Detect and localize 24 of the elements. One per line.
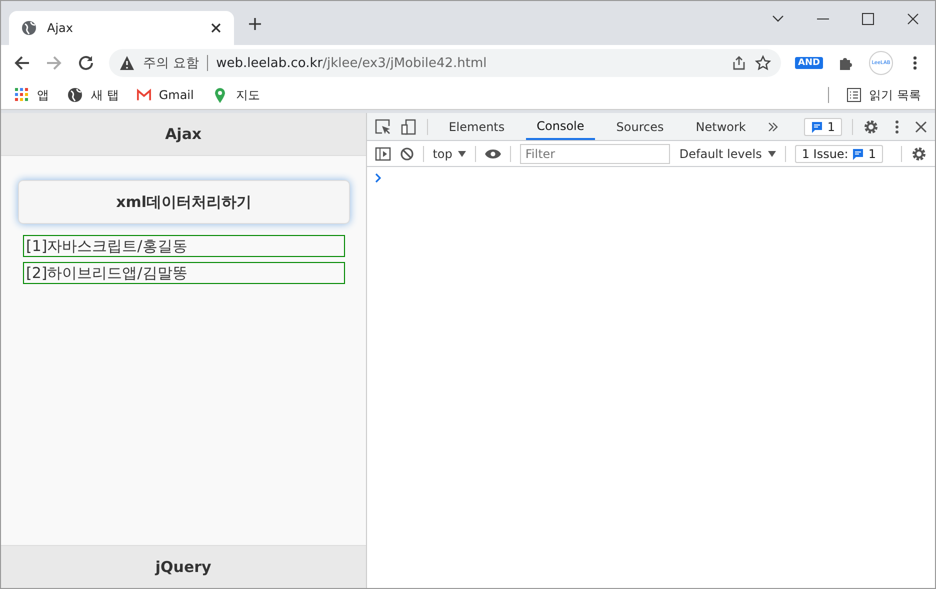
security-label: 주의 요함 (143, 55, 200, 72)
url-text: web.leelab.co.kr/jklee/ex3/jMobile42.html (216, 56, 487, 70)
bookmark[interactable]: Gmail (136, 88, 194, 102)
levels-dropdown[interactable]: Default levels (679, 146, 776, 160)
bookmark[interactable]: 새 탭 (67, 86, 119, 104)
devtools-tab[interactable]: Elements (438, 113, 516, 140)
page-footer: jQuery (1, 545, 366, 588)
extension-badge[interactable]: AND (795, 57, 823, 69)
messages-counter[interactable]: 1 (804, 118, 842, 136)
page-header: Ajax (1, 113, 366, 156)
list-item: [1]자바스크립트/홍길동 (23, 235, 345, 257)
xml-button[interactable]: xml데이터처리하기 (18, 180, 350, 224)
tab-title: Ajax (47, 21, 74, 35)
list-item: [2]하이브리드앱/김말똥 (23, 262, 345, 284)
devtools-tab[interactable]: Sources (605, 113, 675, 140)
address-bar[interactable]: 주의 요함 web.leelab.co.kr/jklee/ex3/jMobile42.html (109, 49, 782, 77)
issues-button[interactable]: 1 Issue: 1 (794, 144, 883, 162)
filter-field[interactable]: Filter (520, 144, 670, 164)
reading-list-button[interactable]: 읽기 목록 (847, 86, 921, 104)
browser-tab[interactable]: Ajax (9, 11, 234, 45)
devtools-tab[interactable]: Network (684, 113, 757, 140)
context-dropdown[interactable]: top (432, 146, 466, 160)
bookmark[interactable]: 앱 (15, 86, 49, 104)
bookmark[interactable]: 지도 (212, 86, 260, 104)
